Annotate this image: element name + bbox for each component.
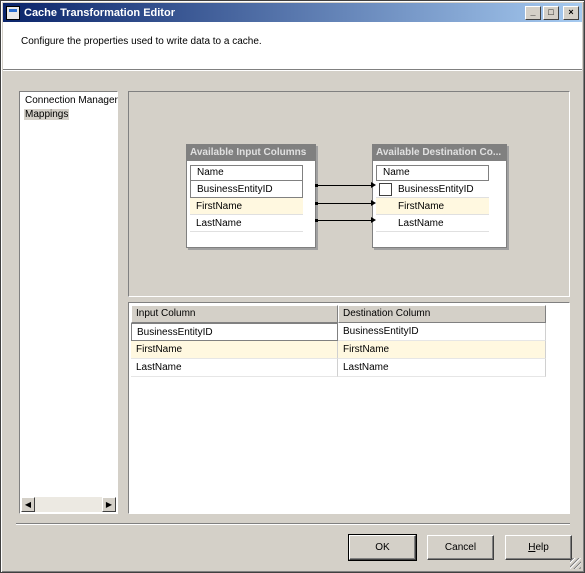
mapping-diagram: Available Input Columns Name BusinessEnt… <box>128 91 570 297</box>
maximize-button[interactable]: □ <box>543 5 559 20</box>
mappings-grid: Input Column Destination Column Business… <box>128 302 570 514</box>
grid-header-input-column[interactable]: Input Column <box>131 305 338 323</box>
close-button[interactable]: × <box>563 5 579 20</box>
destination-table-header: Name <box>376 165 489 181</box>
mapping-line[interactable] <box>315 200 376 206</box>
input-table-header: Name <box>190 165 303 181</box>
destination-column-label: BusinessEntityID <box>398 184 474 195</box>
grid-cell-destination[interactable]: LastName <box>338 359 546 377</box>
title-bar[interactable]: Cache Transformation Editor _ □ × <box>3 3 582 22</box>
destination-table-title: Available Destination Co... <box>373 145 506 161</box>
grid-cell-destination[interactable]: BusinessEntityID <box>338 323 546 341</box>
input-column-row[interactable]: LastName <box>190 215 303 232</box>
minimize-button[interactable]: _ <box>525 5 541 20</box>
cancel-button[interactable]: Cancel <box>427 535 494 560</box>
nav-horizontal-scrollbar[interactable]: ◀ ▶ <box>21 497 116 512</box>
resize-grip-icon[interactable] <box>570 558 581 569</box>
destination-column-row[interactable]: LastName <box>376 215 489 232</box>
grid-cell-input[interactable]: BusinessEntityID <box>131 323 338 341</box>
nav-item-connection-manager[interactable]: Connection Manager <box>24 95 119 106</box>
scroll-left-icon[interactable]: ◀ <box>21 497 35 512</box>
footer-divider <box>16 523 570 525</box>
input-column-row[interactable]: FirstName <box>190 198 303 215</box>
header-divider <box>3 69 582 71</box>
window-title: Cache Transformation Editor <box>24 6 175 19</box>
mapping-line[interactable] <box>315 182 376 188</box>
grid-cell-input[interactable]: LastName <box>131 359 338 377</box>
header-description: Configure the properties used to write d… <box>21 36 262 47</box>
cache-transformation-editor-window: Cache Transformation Editor _ □ × Config… <box>0 0 585 573</box>
grid-cell-destination[interactable]: FirstName <box>338 341 546 359</box>
available-destination-columns-table[interactable]: Available Destination Co... Name Busines… <box>372 144 507 248</box>
scroll-right-icon[interactable]: ▶ <box>102 497 116 512</box>
help-button[interactable]: Help <box>505 535 572 560</box>
key-search-icon <box>379 183 392 196</box>
input-column-row[interactable]: BusinessEntityID <box>190 181 303 198</box>
nav-panel: Connection Manager Mappings ◀ ▶ <box>19 91 118 514</box>
grid-cell-input[interactable]: FirstName <box>131 341 338 359</box>
destination-column-row[interactable]: FirstName <box>376 198 489 215</box>
nav-item-mappings[interactable]: Mappings <box>24 109 70 120</box>
grid-header-destination-column[interactable]: Destination Column <box>338 305 546 323</box>
input-table-title: Available Input Columns <box>187 145 315 161</box>
app-icon <box>6 5 20 20</box>
ok-button[interactable]: OK <box>348 534 417 561</box>
help-label-rest: elp <box>535 542 549 553</box>
available-input-columns-table[interactable]: Available Input Columns Name BusinessEnt… <box>186 144 316 248</box>
destination-column-row[interactable]: BusinessEntityID <box>376 181 489 198</box>
mapping-line[interactable] <box>315 217 376 223</box>
